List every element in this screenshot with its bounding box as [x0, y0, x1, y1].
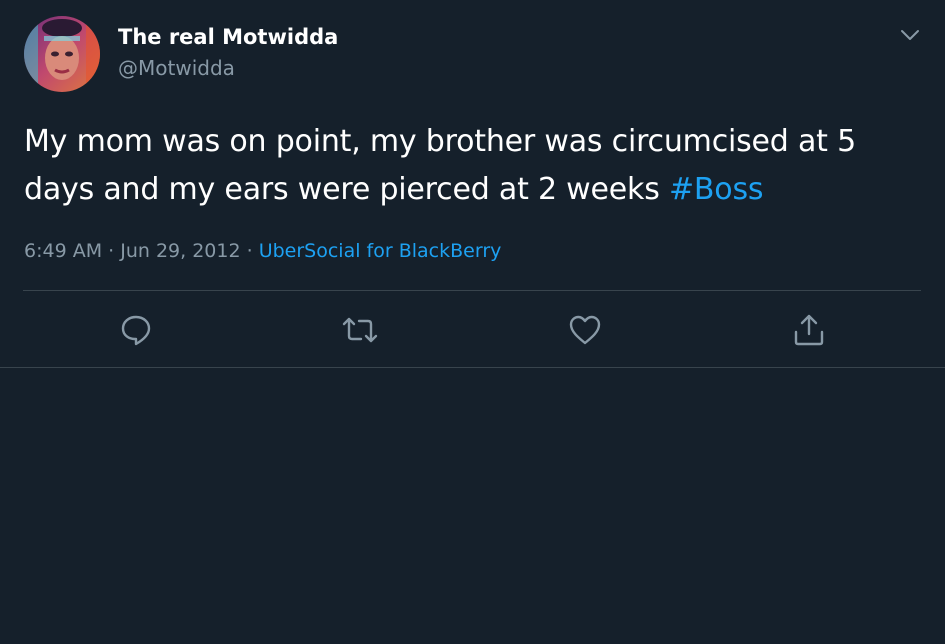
- display-name[interactable]: The real Motwidda: [118, 23, 338, 51]
- retweet-icon[interactable]: [342, 312, 378, 348]
- meta-separator: ·: [102, 240, 121, 262]
- avatar[interactable]: [24, 16, 100, 92]
- tweet-source-link[interactable]: UberSocial for BlackBerry: [259, 240, 502, 262]
- tweet-meta: 6:49 AM · Jun 29, 2012 · UberSocial for …: [24, 237, 501, 265]
- meta-separator: ·: [240, 240, 259, 262]
- avatar-image: [24, 16, 100, 92]
- user-handle[interactable]: @Motwidda: [118, 54, 235, 82]
- tweet-time[interactable]: 6:49 AM: [24, 240, 102, 262]
- tweet-text: My mom was on point, my brother was circ…: [24, 118, 924, 214]
- tweet-card: The real Motwidda @Motwidda My mom was o…: [0, 0, 945, 368]
- heart-icon[interactable]: [567, 312, 603, 348]
- chevron-down-icon[interactable]: [896, 22, 924, 48]
- share-icon[interactable]: [791, 312, 827, 348]
- reply-icon[interactable]: [118, 312, 154, 348]
- divider: [23, 290, 921, 291]
- hashtag-link[interactable]: #Boss: [669, 172, 764, 207]
- tweet-date[interactable]: Jun 29, 2012: [120, 240, 240, 262]
